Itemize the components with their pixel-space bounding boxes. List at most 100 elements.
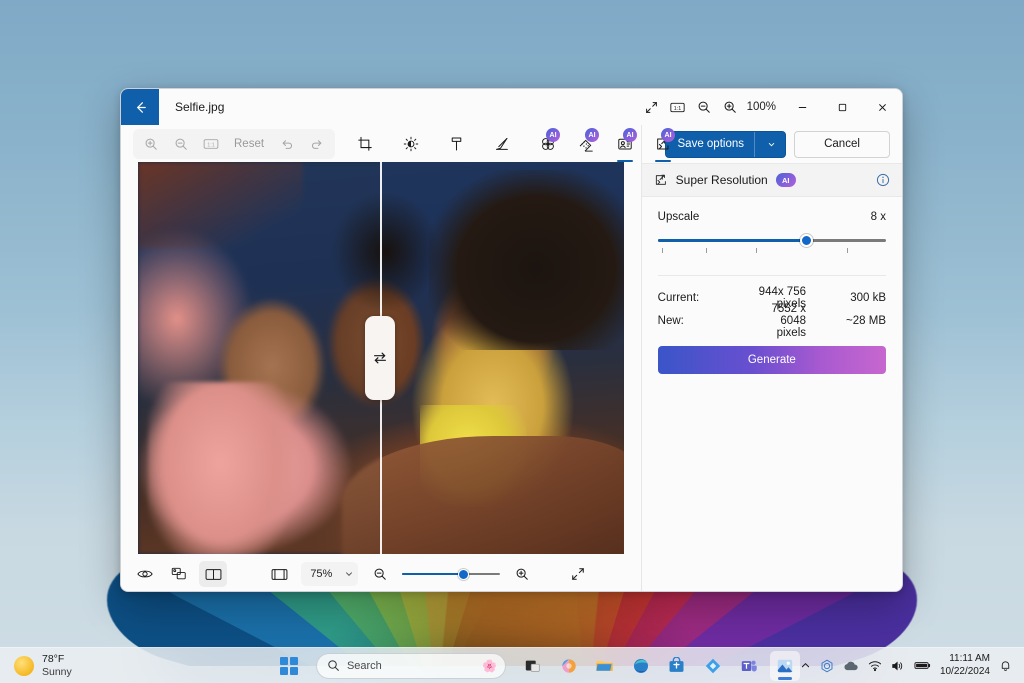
- battery-icon[interactable]: [914, 660, 931, 671]
- svg-text:1:1: 1:1: [674, 106, 681, 112]
- search-icon: [328, 660, 339, 671]
- adjustment-icon[interactable]: [403, 131, 419, 157]
- window-zoom-level: 100%: [746, 101, 776, 113]
- preview-eye-icon[interactable]: [131, 561, 159, 587]
- desktop: Selfie.jpg 1:1 100% 1:1 Reset AI AI AI A…: [0, 0, 1024, 683]
- image-canvas-area: [121, 162, 641, 557]
- edge-icon: [633, 658, 648, 673]
- chevron-down-icon: [346, 572, 353, 576]
- retouch-icon[interactable]: [449, 131, 464, 157]
- taskbar-app-task-view[interactable]: [518, 651, 548, 681]
- info-row-label: Current:: [657, 291, 700, 304]
- undo-icon[interactable]: [273, 131, 301, 157]
- show-hidden-icons-chevron[interactable]: [800, 660, 811, 671]
- taskbar-app-microsoft-store[interactable]: [662, 651, 692, 681]
- panel-title: Super Resolution: [675, 173, 768, 187]
- info-row-label: New:: [657, 314, 684, 327]
- zoom-out-icon[interactable]: [167, 131, 195, 157]
- fit-to-window-icon[interactable]: [639, 95, 665, 119]
- system-tray: 11:11 AM 10/22/2024: [800, 653, 1024, 678]
- blur-background-icon[interactable]: AI: [540, 128, 561, 157]
- chevron-down-icon[interactable]: [754, 131, 785, 157]
- clock-time: 11:11 AM: [949, 653, 990, 664]
- slider-tick: [755, 248, 757, 253]
- zoom-in-icon[interactable]: [508, 561, 536, 587]
- wifi-icon[interactable]: [868, 660, 882, 672]
- maximize-button[interactable]: [822, 90, 862, 124]
- save-options-button[interactable]: Save options: [664, 130, 786, 158]
- canvas-bottom-bar: 75%: [121, 557, 641, 591]
- info-icon[interactable]: [876, 173, 890, 187]
- erase-object-icon[interactable]: AI: [578, 128, 600, 157]
- zoom-out-icon[interactable]: [691, 95, 717, 119]
- teams-icon: [741, 660, 757, 672]
- onedrive-icon[interactable]: [843, 660, 859, 672]
- cancel-button[interactable]: Cancel: [794, 130, 890, 158]
- fullscreen-icon[interactable]: [564, 561, 592, 587]
- start-button[interactable]: [274, 651, 304, 681]
- clock[interactable]: 11:11 AM 10/22/2024: [940, 653, 990, 678]
- upscale-row: Upscale 8 x: [658, 211, 886, 223]
- split-view-icon[interactable]: [199, 561, 227, 587]
- super-resolution-panel: Save options Cancel Super Resolution AI …: [640, 125, 902, 591]
- weather-condition: Sunny: [42, 665, 72, 678]
- canvas-zoom-dropdown[interactable]: 75%: [301, 562, 359, 586]
- reset-button[interactable]: Reset: [227, 138, 271, 150]
- panel-action-buttons: Save options Cancel: [642, 125, 902, 163]
- redo-icon[interactable]: [303, 131, 331, 157]
- super-resolution-icon: [654, 173, 668, 187]
- file-name-label: Selfie.jpg: [175, 100, 225, 114]
- back-button[interactable]: [121, 89, 159, 125]
- volume-icon[interactable]: [891, 660, 905, 672]
- taskbar-app-file-explorer[interactable]: [590, 651, 620, 681]
- weather-widget[interactable]: 78°F Sunny: [0, 653, 274, 678]
- network-security-icon[interactable]: [820, 659, 834, 673]
- canvas-zoom-value: 75%: [310, 568, 333, 580]
- weather-temperature: 78°F: [42, 653, 65, 666]
- taskbar-app-copilot[interactable]: [554, 651, 584, 681]
- photos-icon: [777, 659, 793, 672]
- taskbar-app-photos[interactable]: [769, 650, 800, 681]
- slider-tick: [705, 248, 707, 253]
- zoom-in-icon[interactable]: [717, 95, 743, 119]
- taskbar-center: Search 🌸: [274, 650, 800, 681]
- editor-left-column: 1:1 Reset AI AI AI AI 75%: [121, 125, 676, 591]
- upscale-slider[interactable]: [657, 234, 886, 257]
- taskbar-app-edge[interactable]: [626, 651, 656, 681]
- compare-slider-handle[interactable]: [364, 316, 395, 400]
- taskbar-app-teams[interactable]: [734, 651, 764, 681]
- notification-bell-icon[interactable]: [999, 659, 1012, 672]
- fit-screen-icon[interactable]: [265, 561, 293, 587]
- windows-logo-icon: [279, 656, 298, 675]
- svg-text:1:1: 1:1: [207, 143, 215, 149]
- ai-badge: AI: [661, 128, 676, 142]
- save-options-label: Save options: [677, 138, 745, 150]
- window-titlebar: Selfie.jpg 1:1 100%: [121, 89, 902, 125]
- window-body: 1:1 Reset AI AI AI AI 75% Save options C…: [121, 125, 902, 591]
- generate-button[interactable]: Generate: [657, 346, 886, 374]
- canvas-zoom-slider[interactable]: [402, 567, 501, 581]
- onedrive-app-icon: [705, 658, 721, 673]
- markup-icon[interactable]: [494, 131, 510, 157]
- remove-background-icon[interactable]: AI: [617, 128, 638, 157]
- slider-tick: [662, 248, 664, 253]
- actual-size-icon[interactable]: 1:1: [665, 95, 691, 119]
- actual-size-icon[interactable]: 1:1: [197, 131, 225, 157]
- image-preview[interactable]: [137, 162, 624, 554]
- photos-editor-window: Selfie.jpg 1:1 100% 1:1 Reset AI AI AI A…: [120, 88, 903, 592]
- ai-badge: AI: [546, 128, 561, 142]
- upscale-value: 8 x: [870, 211, 886, 223]
- compare-icon[interactable]: [165, 561, 193, 587]
- minimize-button[interactable]: [782, 90, 822, 124]
- zoom-in-icon[interactable]: [137, 131, 165, 157]
- edit-toolbar: 1:1 Reset AI AI AI AI: [121, 125, 676, 163]
- super-resolution-icon[interactable]: AI: [655, 128, 676, 157]
- taskbar-app-onedrive[interactable]: [698, 651, 728, 681]
- info-row-size: 300 kB: [850, 291, 886, 304]
- zoom-out-icon[interactable]: [366, 561, 394, 587]
- search-box[interactable]: Search 🌸: [315, 652, 506, 679]
- crop-icon[interactable]: [357, 131, 373, 157]
- close-button[interactable]: [862, 90, 902, 124]
- search-lotus-icon: 🌸: [481, 658, 497, 673]
- search-placeholder: Search: [346, 659, 382, 672]
